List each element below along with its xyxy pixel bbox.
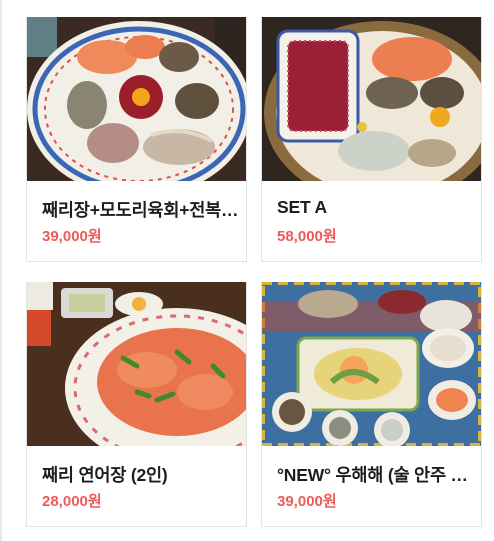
- product-image[interactable]: [27, 17, 246, 181]
- product-price: 39,000원: [42, 228, 102, 245]
- product-image[interactable]: [262, 282, 481, 446]
- product-card-2[interactable]: SET A 58,000원: [261, 17, 482, 262]
- left-divider: [0, 0, 2, 541]
- product-name: 째리장+모도리육회+전복장 세트: [42, 200, 240, 220]
- product-price: 58,000원: [277, 228, 337, 245]
- product-name: SET A: [277, 197, 327, 217]
- product-name: °NEW° 우해해 (술 안주 세트): [277, 465, 475, 485]
- product-card-3[interactable]: 째리 연어장 (2인) 28,000원: [26, 282, 247, 527]
- product-name: 째리 연어장 (2인): [42, 465, 168, 485]
- product-card-1[interactable]: 째리장+모도리육회+전복장 세트 39,000원: [26, 17, 247, 262]
- product-price: 39,000원: [277, 493, 337, 510]
- product-price: 28,000원: [42, 493, 102, 510]
- product-image[interactable]: [27, 282, 246, 446]
- product-card-4[interactable]: °NEW° 우해해 (술 안주 세트) 39,000원: [261, 282, 482, 527]
- product-image[interactable]: [262, 17, 481, 181]
- product-grid: 째리장+모도리육회+전복장 세트 39,000원 SET A 58,000: [0, 0, 494, 541]
